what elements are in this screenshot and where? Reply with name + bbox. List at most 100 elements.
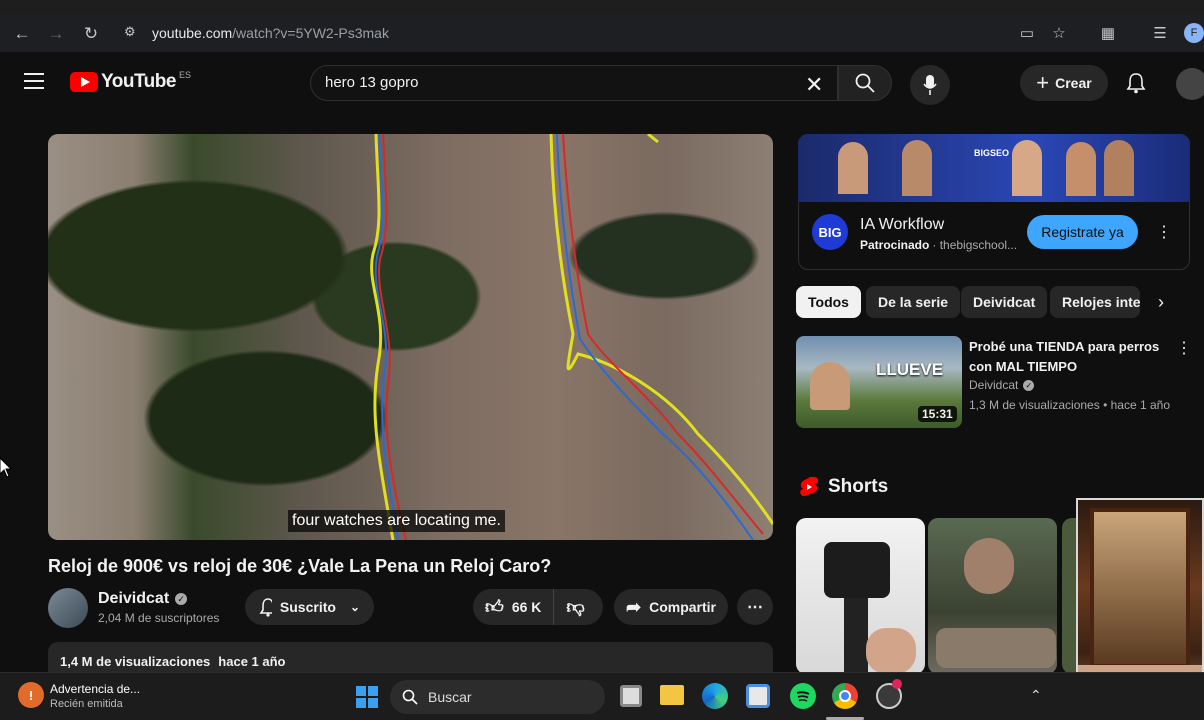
menu-icon[interactable] <box>24 72 46 90</box>
forward-icon[interactable]: → <box>46 24 66 44</box>
share-icon: ➦ <box>626 596 642 617</box>
youtube-play-logo-icon <box>70 72 98 92</box>
clear-search-icon[interactable]: ✕ <box>805 72 823 98</box>
chevron-up-icon[interactable]: ⌃ <box>1030 687 1042 704</box>
browser-tab-strip <box>0 0 1204 14</box>
channel-name-row[interactable]: Deividcat ✓ <box>98 590 188 608</box>
dislike-button[interactable]: 👎︎ <box>554 596 596 618</box>
subscribed-label: Suscrito <box>279 599 336 615</box>
notification-subtitle: Recién emitida <box>50 698 123 710</box>
channel-name: Deividcat <box>98 590 170 607</box>
voice-search-button[interactable] <box>910 65 950 105</box>
search-query-text: hero 13 gopro <box>325 74 419 91</box>
search-icon <box>402 689 418 705</box>
search-icon <box>855 73 875 93</box>
ad-title: IA Workflow <box>860 216 945 233</box>
site-info-icon[interactable]: ⚙ <box>124 24 142 42</box>
like-button[interactable]: 👍︎ 66 K <box>473 589 555 625</box>
recommended-meta: 1,3 M de visualizaciones • hace 1 año <box>969 398 1170 412</box>
bookmark-star-icon[interactable]: ☆ <box>1049 23 1069 43</box>
task-view-icon[interactable] <box>620 685 642 707</box>
youtube-logo[interactable]: YouTube ES <box>70 70 191 93</box>
logo-text: YouTube <box>101 71 176 92</box>
video-duration: 15:31 <box>918 406 957 422</box>
plus-icon: + <box>1036 70 1050 95</box>
like-count: 66 K <box>511 599 542 615</box>
url-host: youtube.com <box>152 25 233 41</box>
advertiser-name: · thebigschool... <box>932 238 1018 252</box>
chip-watches[interactable]: Relojes inte <box>1050 286 1140 318</box>
chip-channel[interactable]: Deividcat <box>961 286 1048 318</box>
edge-browser-icon[interactable] <box>702 683 728 709</box>
windows-taskbar: ! Advertencia de... Recién emitida Busca… <box>0 672 1204 720</box>
search-button[interactable] <box>838 65 892 101</box>
notifications-bell-icon[interactable] <box>1126 72 1146 94</box>
chip-all[interactable]: Todos <box>796 286 861 318</box>
thumbs-up-icon: 👍︎ <box>485 597 504 617</box>
reload-icon[interactable]: ↻ <box>81 24 101 44</box>
search-input[interactable]: hero 13 gopro ✕ <box>310 65 838 101</box>
share-label: Compartir <box>649 599 716 615</box>
bell-icon <box>259 598 272 617</box>
profile-avatar[interactable]: F <box>1184 23 1204 43</box>
shorts-logo-icon <box>800 476 818 497</box>
recommended-channel[interactable]: Deividcat <box>969 378 1018 392</box>
camera-image <box>824 542 890 598</box>
microphone-icon <box>923 75 937 95</box>
like-dislike-group: 👍︎ 66 K 👎︎ <box>473 589 603 625</box>
verified-icon: ✓ <box>1023 379 1035 391</box>
country-code: ES <box>178 70 191 80</box>
settings-gear-icon[interactable] <box>876 679 902 709</box>
back-icon[interactable]: ← <box>12 24 32 44</box>
subscribed-button[interactable]: Suscrito ⌄ <box>245 589 374 625</box>
warning-notification-icon[interactable]: ! <box>18 682 44 708</box>
chevron-down-icon: ⌄ <box>349 600 360 614</box>
create-button[interactable]: + Crear <box>1020 65 1108 101</box>
store-icon[interactable] <box>746 684 770 708</box>
chevron-right-icon[interactable]: › <box>1158 292 1164 313</box>
verified-icon: ✓ <box>175 593 188 605</box>
video-title: Reloj de 900€ vs reloj de 30€ ¿Vale La P… <box>48 556 552 576</box>
chrome-icon[interactable] <box>832 683 858 709</box>
thumbnail-caption: LLUEVE <box>876 360 944 379</box>
ad-more-icon[interactable]: ⋮ <box>1156 222 1172 242</box>
sponsored-label: Patrocinado <box>860 238 930 252</box>
browser-toolbar: ← → ↻ ⚙ youtube.com/watch?v=5YW2-Ps3mak … <box>0 14 1204 52</box>
video-player[interactable] <box>48 134 773 540</box>
register-cta-button[interactable]: Registrate ya <box>1027 215 1138 249</box>
media-controls-icon[interactable]: ☰ <box>1150 23 1170 43</box>
url-path: /watch?v=5YW2-Ps3mak <box>232 25 389 41</box>
ad-banner-image[interactable]: BIGSEO <box>798 134 1190 202</box>
address-bar[interactable]: ⚙ youtube.com/watch?v=5YW2-Ps3mak <box>116 20 1138 46</box>
recommended-video-thumbnail[interactable]: LLUEVE 15:31 <box>796 336 962 428</box>
video-caption: four watches are locating me. <box>288 510 505 532</box>
thumbs-down-icon: 👎︎ <box>566 597 585 617</box>
ad-banner-text: BIGSEO <box>974 148 1010 158</box>
advertiser-logo[interactable]: BIG <box>812 214 848 250</box>
taskbar-search[interactable]: Buscar <box>390 680 605 714</box>
notification-title[interactable]: Advertencia de... <box>50 682 140 696</box>
recommended-video-title[interactable]: Probé una TIENDA para perros con MAL TIE… <box>969 337 1165 377</box>
taskbar-search-label: Buscar <box>428 689 472 705</box>
channel-avatar[interactable] <box>48 588 88 628</box>
notification-badge <box>892 679 902 689</box>
file-explorer-icon[interactable] <box>660 685 684 705</box>
subscriber-count: 2,04 M de suscriptores <box>98 611 220 625</box>
spotify-icon[interactable] <box>790 683 816 709</box>
share-button[interactable]: ➦ Compartir <box>614 589 728 625</box>
windows-start-icon[interactable] <box>355 685 379 709</box>
shorts-shelf-header: Shorts <box>800 476 888 498</box>
more-actions-button[interactable]: ⋯ <box>737 589 773 625</box>
more-horizontal-icon: ⋯ <box>747 599 763 616</box>
short-card-partial[interactable] <box>1062 518 1076 674</box>
upload-age: hace 1 año <box>218 654 286 669</box>
view-count: 1,4 M de visualizaciones <box>60 654 211 669</box>
cast-icon[interactable]: ▭ <box>1017 23 1037 43</box>
chip-from-series[interactable]: De la serie <box>866 286 961 318</box>
account-avatar[interactable] <box>1176 68 1204 100</box>
extensions-icon[interactable]: ▦ <box>1098 23 1118 43</box>
short-card[interactable] <box>796 518 925 674</box>
recommendation-more-icon[interactable]: ⋮ <box>1176 338 1192 358</box>
create-label: Crear <box>1055 75 1092 91</box>
short-card[interactable] <box>928 518 1057 674</box>
